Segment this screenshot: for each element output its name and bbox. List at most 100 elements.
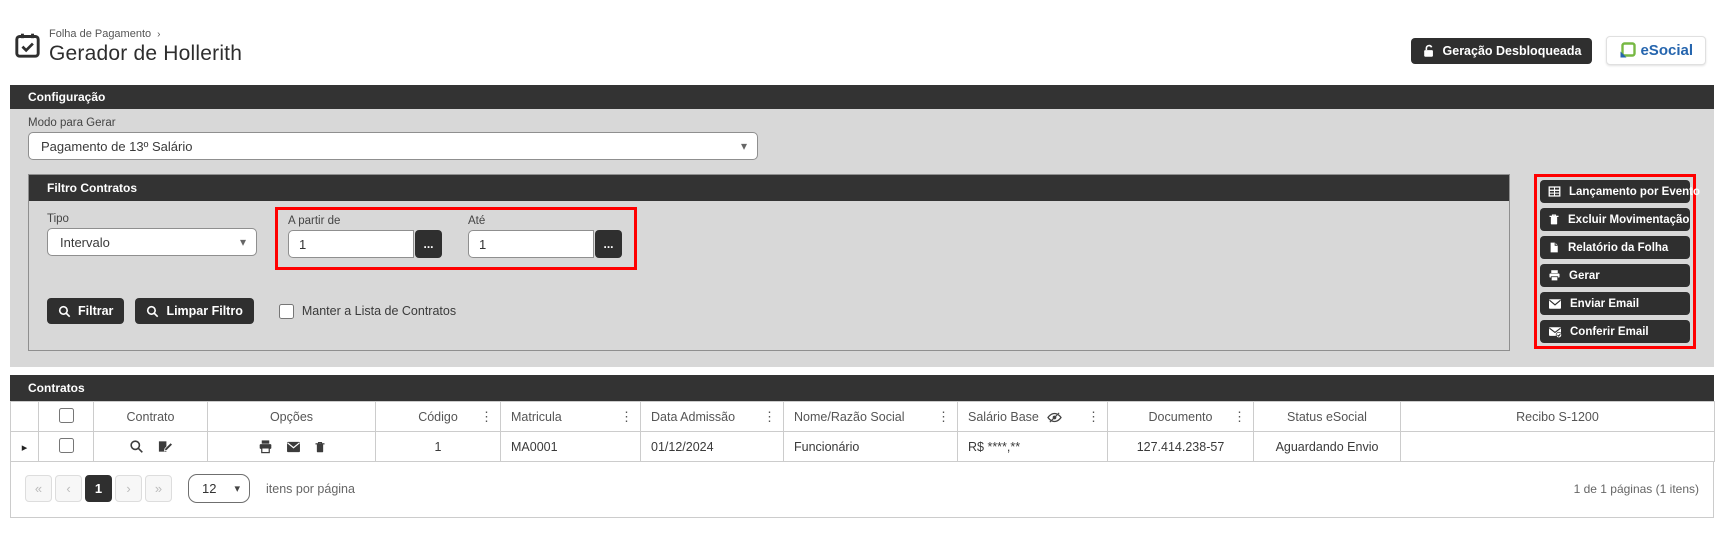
next-page-button[interactable]: ›	[115, 475, 142, 502]
actions-highlight: Lançamento por Evento Excluir Movimentaç…	[1534, 174, 1696, 349]
salary-visibility-icon[interactable]	[1047, 411, 1062, 424]
manter-lista-checkbox[interactable]	[279, 304, 294, 319]
filtro-contratos-panel: Filtro Contratos Tipo Intervalo ▾	[28, 174, 1510, 351]
excluir-movimentacao-button[interactable]: Excluir Movimentação	[1540, 208, 1690, 231]
conferir-email-button[interactable]: Conferir Email	[1540, 320, 1690, 343]
ellipsis-icon: ...	[603, 237, 613, 251]
relatorio-da-folha-button[interactable]: Relatório da Folha	[1540, 236, 1690, 259]
caret-down-icon: ▾	[741, 139, 747, 153]
manter-lista-label: Manter a Lista de Contratos	[302, 304, 456, 318]
modo-para-gerar-select[interactable]: Pagamento de 13º Salário ▾	[28, 132, 758, 160]
column-documento[interactable]: Documento⋮	[1108, 402, 1254, 432]
column-matricula[interactable]: Matricula⋮	[501, 402, 641, 432]
filtro-contratos-title: Filtro Contratos	[29, 175, 1509, 201]
page-size-value: 12	[202, 481, 216, 496]
column-recibo-s1200[interactable]: Recibo S-1200	[1401, 402, 1715, 432]
caret-down-icon: ▾	[240, 235, 246, 249]
cell-status-esocial: Aguardando Envio	[1254, 432, 1401, 462]
column-menu-icon[interactable]: ⋮	[763, 409, 776, 425]
page-size-select[interactable]: 12 ▾	[188, 474, 250, 503]
envelope-check-icon	[1548, 326, 1562, 338]
pager: « ‹ 1 › »	[25, 475, 172, 502]
contratos-table: Contrato Opções Código⋮ Matricula⋮ Data …	[10, 401, 1715, 462]
cell-recibo	[1401, 432, 1715, 462]
ate-label: Até	[468, 215, 622, 227]
envelope-icon	[1548, 298, 1562, 310]
edit-contract-icon[interactable]	[157, 439, 173, 454]
modo-para-gerar-field: Modo para Gerar Pagamento de 13º Salário…	[28, 117, 1696, 160]
row-select-checkbox[interactable]	[59, 438, 74, 453]
column-nome-razao-social[interactable]: Nome/Razão Social⋮	[784, 402, 958, 432]
interval-range-highlight: A partir de ... Até	[275, 207, 637, 270]
select-all-header	[39, 402, 94, 432]
cell-documento: 127.414.238-57	[1108, 432, 1254, 462]
limpar-filtro-button[interactable]: Limpar Filtro	[135, 298, 253, 324]
page-1-button[interactable]: 1	[85, 475, 112, 502]
lancamento-por-evento-label: Lançamento por Evento	[1569, 186, 1700, 198]
column-menu-icon[interactable]: ⋮	[1233, 409, 1246, 425]
email-icon[interactable]	[286, 441, 301, 453]
a-partir-de-lookup-button[interactable]: ...	[415, 230, 442, 258]
esocial-button[interactable]: eSocial	[1606, 36, 1706, 65]
a-partir-de-input[interactable]	[288, 230, 414, 258]
document-icon	[1548, 241, 1560, 254]
column-menu-icon[interactable]: ⋮	[1087, 409, 1100, 425]
calendar-check-icon	[14, 32, 41, 59]
last-page-button[interactable]: »	[145, 475, 172, 502]
cell-codigo: 1	[376, 432, 501, 462]
column-salario-base[interactable]: Salário Base⋮	[958, 402, 1108, 432]
enviar-email-label: Enviar Email	[1570, 298, 1639, 310]
cell-salario: R$ ****,**	[958, 432, 1108, 462]
relatorio-da-folha-label: Relatório da Folha	[1568, 242, 1668, 254]
breadcrumb[interactable]: Folha de Pagamento ›	[49, 28, 242, 40]
ate-lookup-button[interactable]: ...	[595, 230, 622, 258]
gerador-de-hollerith-page: Folha de Pagamento › Gerador de Hollerit…	[0, 0, 1724, 551]
expand-row-icon[interactable]: ▸	[22, 442, 28, 454]
search-icon	[58, 305, 71, 318]
unlock-icon	[1422, 44, 1436, 58]
gerar-button[interactable]: Gerar	[1540, 264, 1690, 287]
tipo-value: Intervalo	[60, 235, 110, 250]
ellipsis-icon: ...	[423, 237, 433, 251]
select-all-checkbox[interactable]	[59, 408, 74, 423]
prev-page-button[interactable]: ‹	[55, 475, 82, 502]
column-menu-icon[interactable]: ⋮	[480, 409, 493, 425]
column-menu-icon[interactable]: ⋮	[620, 409, 633, 425]
column-codigo[interactable]: Código⋮	[376, 402, 501, 432]
column-menu-icon[interactable]: ⋮	[937, 409, 950, 425]
contratos-section: Contratos Contrato Opções Código⋮ Matric…	[10, 375, 1714, 518]
tipo-select[interactable]: Intervalo ▾	[47, 228, 257, 256]
first-page-button[interactable]: «	[25, 475, 52, 502]
tipo-label: Tipo	[47, 213, 257, 225]
column-status-esocial[interactable]: Status eSocial	[1254, 402, 1401, 432]
enviar-email-button[interactable]: Enviar Email	[1540, 292, 1690, 315]
cell-data-admissao: 01/12/2024	[641, 432, 784, 462]
contratos-title: Contratos	[10, 375, 1714, 401]
ate-field: Até ...	[468, 215, 622, 258]
generation-unlocked-button[interactable]: Geração Desbloqueada	[1411, 38, 1593, 64]
column-contrato[interactable]: Contrato	[94, 402, 208, 432]
print-icon[interactable]	[258, 439, 273, 454]
trash-icon	[1548, 213, 1560, 226]
pagination-summary: 1 de 1 páginas (1 itens)	[1574, 482, 1699, 496]
view-contract-icon[interactable]	[129, 439, 144, 454]
modo-para-gerar-label: Modo para Gerar	[28, 117, 1696, 129]
ate-input[interactable]	[468, 230, 594, 258]
delete-icon[interactable]	[314, 440, 326, 454]
excluir-movimentacao-label: Excluir Movimentação	[1568, 214, 1689, 226]
breadcrumb-chevron-icon: ›	[157, 29, 160, 40]
cell-nome: Funcionário	[784, 432, 958, 462]
lancamento-por-evento-button[interactable]: Lançamento por Evento	[1540, 180, 1690, 203]
page-title: Gerador de Hollerith	[49, 42, 242, 66]
table-icon	[1548, 185, 1561, 198]
contract-row: ▸	[11, 432, 1715, 462]
a-partir-de-label: A partir de	[288, 215, 442, 227]
column-opcoes[interactable]: Opções	[208, 402, 376, 432]
column-data-admissao[interactable]: Data Admissão⋮	[641, 402, 784, 432]
esocial-logo-icon	[1619, 42, 1636, 59]
caret-down-icon: ▾	[234, 482, 240, 495]
filtrar-button[interactable]: Filtrar	[47, 298, 124, 324]
breadcrumb-item[interactable]: Folha de Pagamento	[49, 28, 151, 40]
cell-matricula: MA0001	[501, 432, 641, 462]
generation-unlocked-label: Geração Desbloqueada	[1443, 44, 1582, 58]
